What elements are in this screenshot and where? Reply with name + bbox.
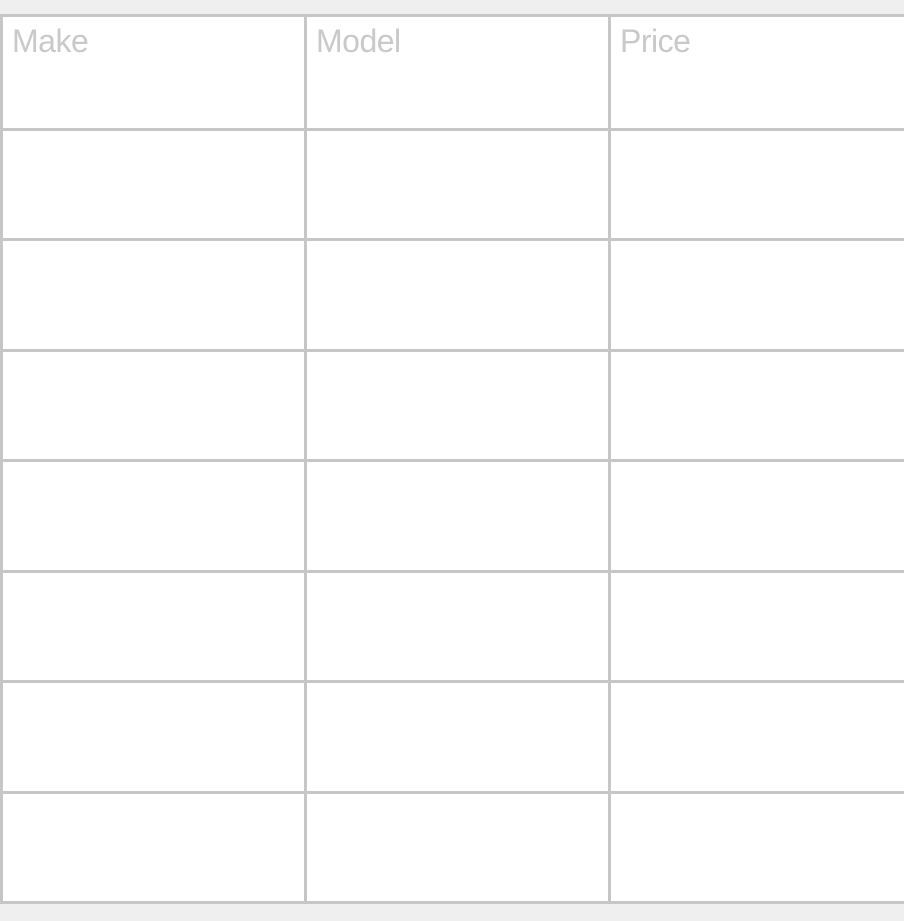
table-row [0, 348, 904, 463]
table-cell-price[interactable] [608, 459, 904, 573]
table-cell-model[interactable] [304, 790, 611, 905]
table-cell-make[interactable] [0, 680, 307, 794]
table-cell-make[interactable] [0, 238, 307, 352]
table-cell-price[interactable] [608, 127, 904, 242]
table-cell-model[interactable] [304, 348, 611, 463]
table-cell-make[interactable] [0, 348, 307, 463]
table-cell-make[interactable] [0, 127, 307, 242]
table-row [0, 127, 904, 242]
table-cell-make[interactable] [0, 459, 307, 573]
car-table: Make Model Price [0, 14, 904, 905]
table-cell-model[interactable] [304, 569, 611, 684]
table-cell-price[interactable] [608, 680, 904, 794]
table-cell-price[interactable] [608, 238, 904, 352]
table-cell-make[interactable] [0, 569, 307, 684]
column-header-price[interactable]: Price [608, 14, 904, 131]
table-cell-make[interactable] [0, 790, 307, 905]
table-cell-model[interactable] [304, 459, 611, 573]
table-cell-price[interactable] [608, 569, 904, 684]
column-header-make[interactable]: Make [0, 14, 307, 131]
table-header-row: Make Model Price [0, 14, 904, 131]
table-cell-model[interactable] [304, 127, 611, 242]
table-row [0, 569, 904, 684]
table-row [0, 790, 904, 905]
table-cell-price[interactable] [608, 790, 904, 905]
table-row [0, 459, 904, 573]
table-cell-price[interactable] [608, 348, 904, 463]
table-row [0, 238, 904, 352]
table-cell-model[interactable] [304, 238, 611, 352]
table-cell-model[interactable] [304, 680, 611, 794]
table-row [0, 680, 904, 794]
column-header-model[interactable]: Model [304, 14, 611, 131]
